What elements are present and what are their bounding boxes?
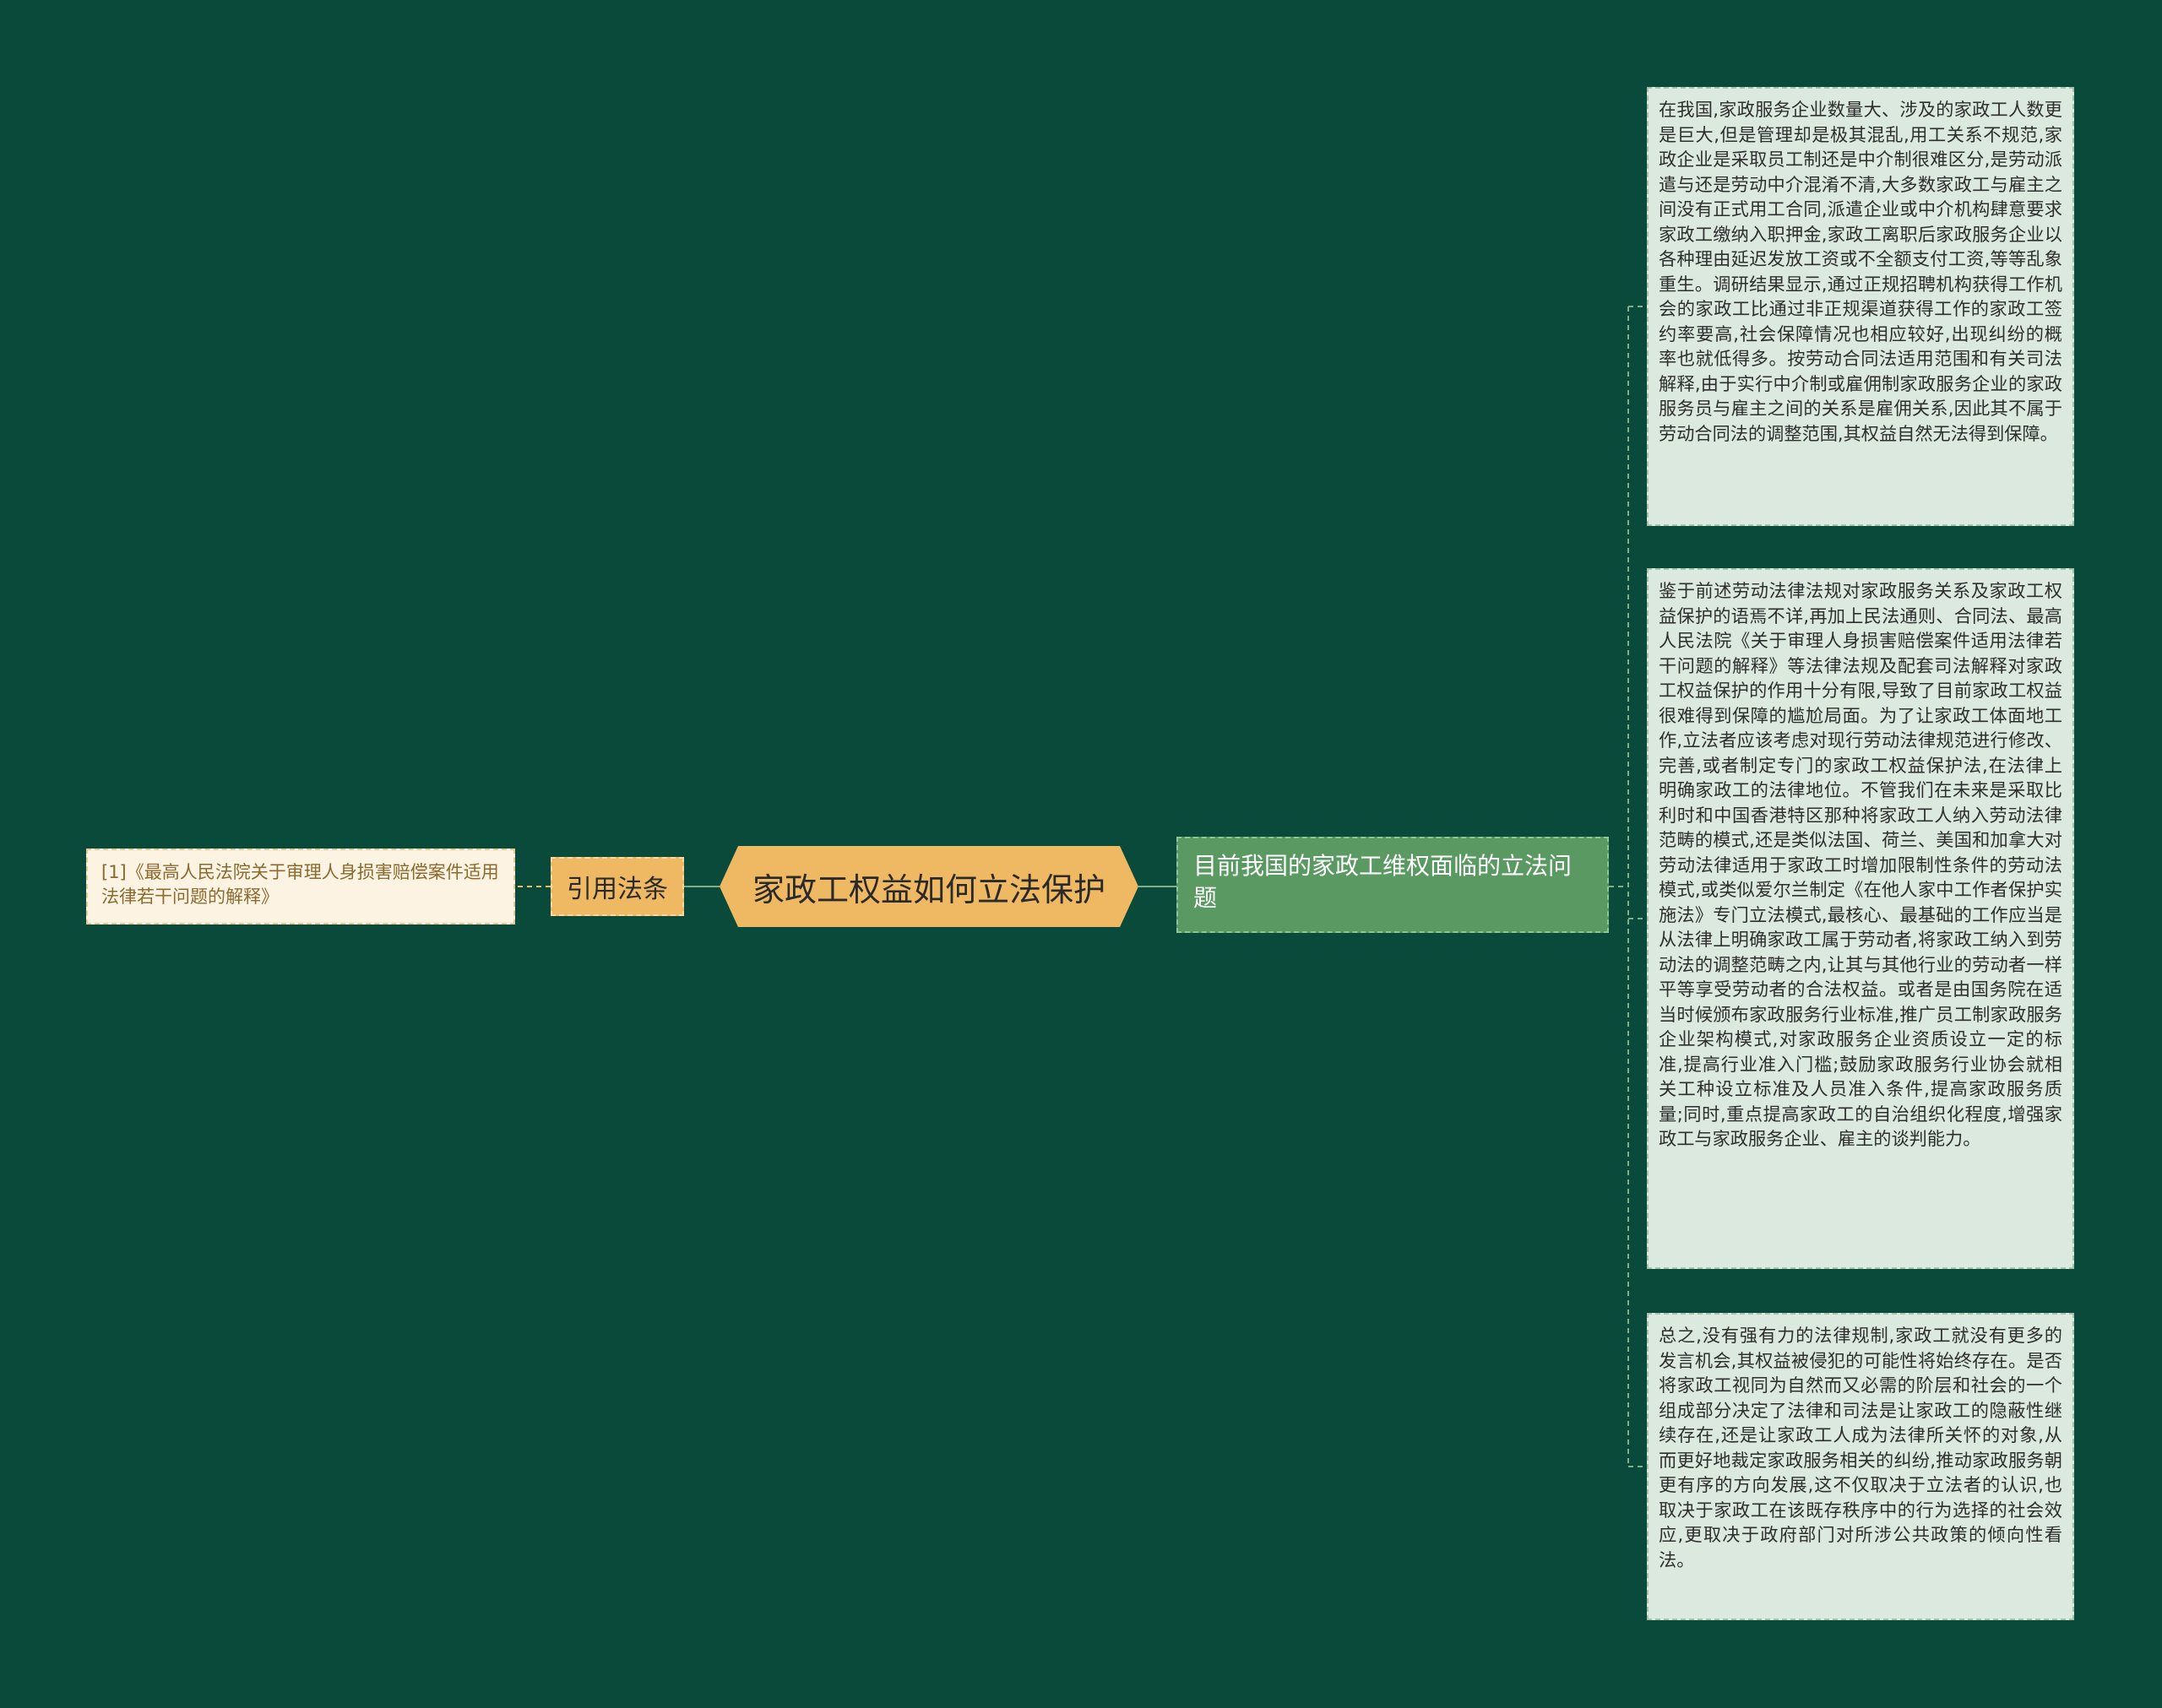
branch-topic-label: 目前我国的家政工维权面临的立法问题 bbox=[1193, 852, 1573, 912]
leaf-node[interactable]: 鉴于前述劳动法律法规对家政服务关系及家政工权益保护的语焉不详,再加上民法通则、合… bbox=[1647, 568, 2074, 1269]
leaf-node[interactable]: 总之,没有强有力的法律规制,家政工就没有更多的发言机会,其权益被侵犯的可能性将始… bbox=[1647, 1313, 2074, 1620]
leaf-node[interactable]: 在我国,家政服务企业数量大、涉及的家政工人数更是巨大,但是管理却是极其混乱,用工… bbox=[1647, 87, 2074, 526]
root-topic[interactable]: 家政工权益如何立法保护 bbox=[720, 846, 1138, 927]
branch-topic[interactable]: 目前我国的家政工维权面临的立法问题 bbox=[1176, 837, 1609, 933]
root-topic-label: 家政工权益如何立法保护 bbox=[752, 870, 1105, 908]
citation-topic[interactable]: 引用法条 bbox=[551, 857, 684, 916]
leaf-text: 总之,没有强有力的法律规制,家政工就没有更多的发言机会,其权益被侵犯的可能性将始… bbox=[1659, 1325, 2062, 1570]
mindmap-canvas: 家政工权益如何立法保护 引用法条 [1]《最高人民法院关于审理人身损害赔偿案件适… bbox=[0, 0, 2162, 1708]
citation-topic-label: 引用法条 bbox=[567, 875, 668, 904]
citation-leaf[interactable]: [1]《最高人民法院关于审理人身损害赔偿案件适用法律若干问题的解释》 bbox=[86, 849, 515, 924]
leaf-text: 鉴于前述劳动法律法规对家政服务关系及家政工权益保护的语焉不详,再加上民法通则、合… bbox=[1659, 580, 2062, 1149]
leaf-text: 在我国,家政服务企业数量大、涉及的家政工人数更是巨大,但是管理却是极其混乱,用工… bbox=[1659, 99, 2062, 444]
citation-leaf-text: [1]《最高人民法院关于审理人身损害赔偿案件适用法律若干问题的解释》 bbox=[101, 862, 499, 907]
